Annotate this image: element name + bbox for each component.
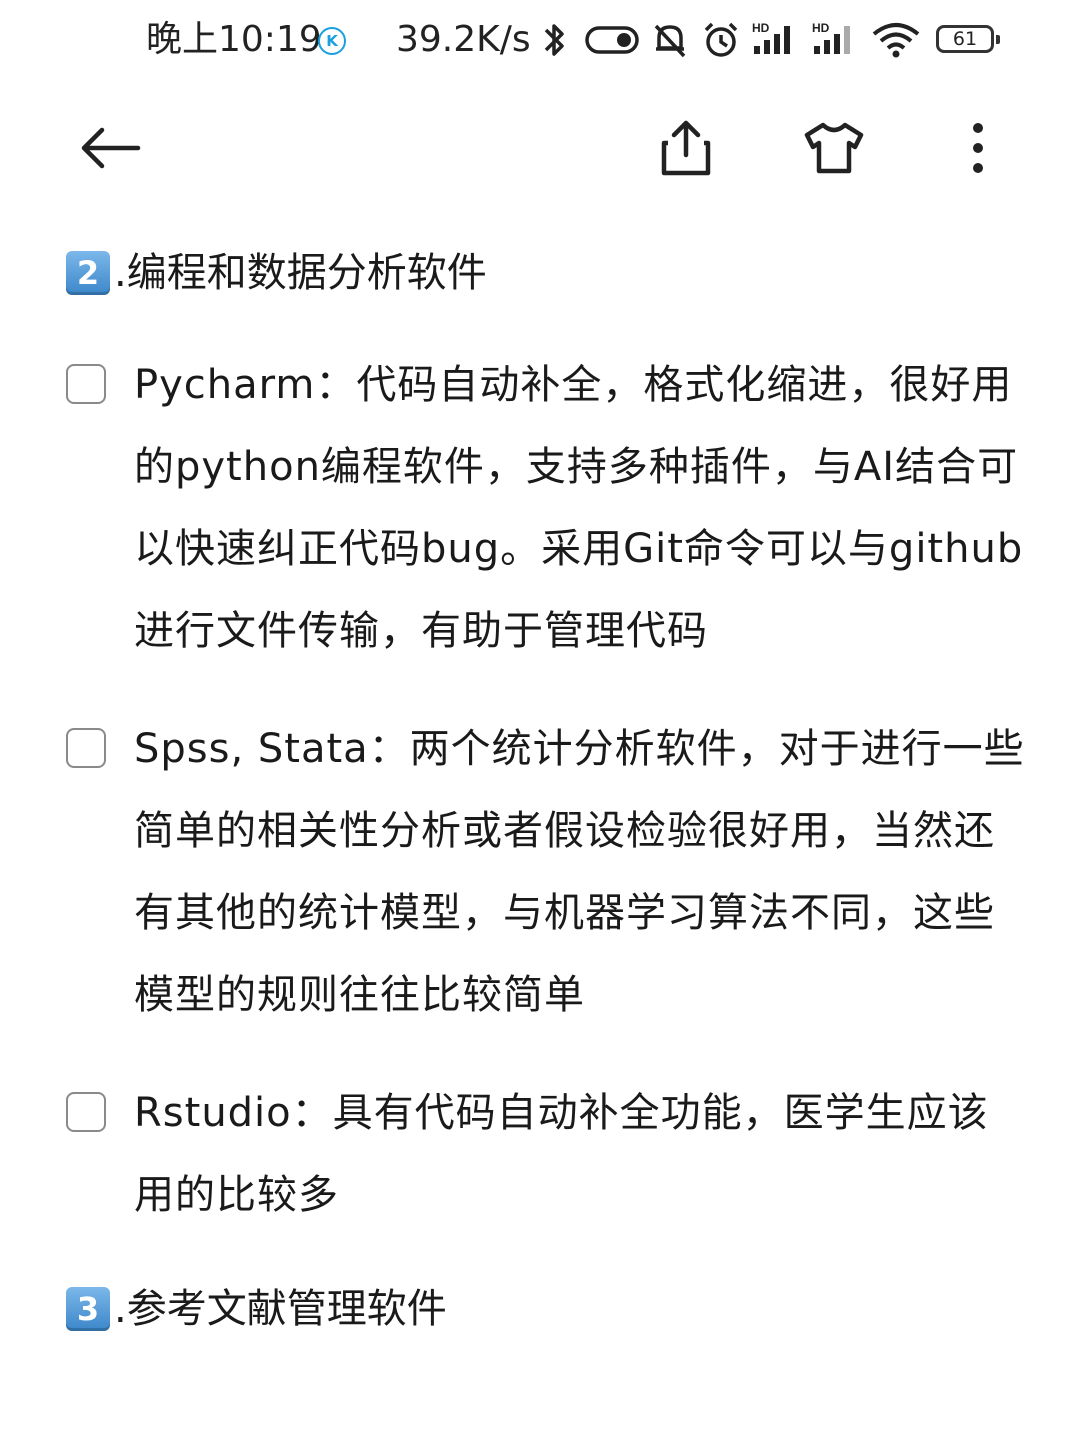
status-time: 晚上10:19 bbox=[146, 19, 322, 60]
checklist-item-text[interactable]: Rstudio：具有代码自动补全功能，医学生应该用的比较多 bbox=[134, 1090, 989, 1218]
section-heading[interactable]: 2 .编程和数据分析软件 bbox=[66, 230, 1026, 316]
section-title: .参考文献管理软件 bbox=[114, 1286, 447, 1332]
svg-text:HD: HD bbox=[812, 21, 830, 35]
more-options-button[interactable] bbox=[942, 112, 1014, 184]
theme-button[interactable] bbox=[798, 112, 870, 184]
toolbar bbox=[0, 100, 1080, 196]
signal-strength-icon-2: HD bbox=[812, 21, 850, 54]
bluetooth-icon bbox=[544, 24, 564, 56]
share-button[interactable] bbox=[650, 112, 722, 184]
network-speed: 39.2K/s bbox=[396, 19, 531, 60]
tshirt-icon bbox=[804, 122, 864, 174]
number-2-keycap-icon: 2 bbox=[66, 251, 110, 295]
checkbox[interactable] bbox=[66, 364, 106, 404]
back-button[interactable] bbox=[74, 112, 146, 184]
signal-strength-icon: HD bbox=[752, 21, 790, 54]
checklist-item-text[interactable]: Spss, Stata：两个统计分析软件，对于进行一些简单的相关性分析或者假设检… bbox=[134, 726, 1025, 1018]
number-3-keycap-icon: 3 bbox=[66, 1287, 110, 1331]
section-heading[interactable]: 3 .参考文献管理软件 bbox=[66, 1266, 1026, 1352]
checklist-item[interactable]: Spss, Stata：两个统计分析软件，对于进行一些简单的相关性分析或者假设检… bbox=[66, 708, 1026, 1036]
battery-indicator: 61 bbox=[936, 25, 1000, 53]
wifi-icon bbox=[872, 23, 920, 58]
note-content: 2 .编程和数据分析软件 Pycharm：代码自动补全，格式化缩进，很好用的py… bbox=[66, 230, 1026, 1352]
checkbox[interactable] bbox=[66, 728, 106, 768]
more-vertical-icon bbox=[973, 123, 983, 173]
back-arrow-icon bbox=[81, 127, 141, 169]
status-bar: 晚上10:19 K 39.2K/s HD HD 61 bbox=[0, 0, 1080, 80]
checklist-item[interactable]: Rstudio：具有代码自动补全功能，医学生应该用的比较多 bbox=[66, 1072, 1026, 1236]
checklist-item-text[interactable]: Pycharm：代码自动补全，格式化缩进，很好用的python编程软件，支持多种… bbox=[134, 362, 1023, 654]
section-title: .编程和数据分析软件 bbox=[114, 250, 487, 296]
alarm-icon bbox=[704, 22, 738, 57]
svg-text:HD: HD bbox=[752, 21, 770, 35]
data-saver-icon bbox=[585, 26, 639, 54]
checkbox[interactable] bbox=[66, 1092, 106, 1132]
k-app-notification-icon: K bbox=[318, 27, 346, 55]
share-icon bbox=[661, 120, 711, 176]
mute-notification-icon bbox=[654, 24, 686, 58]
checklist-item[interactable]: Pycharm：代码自动补全，格式化缩进，很好用的python编程软件，支持多种… bbox=[66, 344, 1026, 672]
